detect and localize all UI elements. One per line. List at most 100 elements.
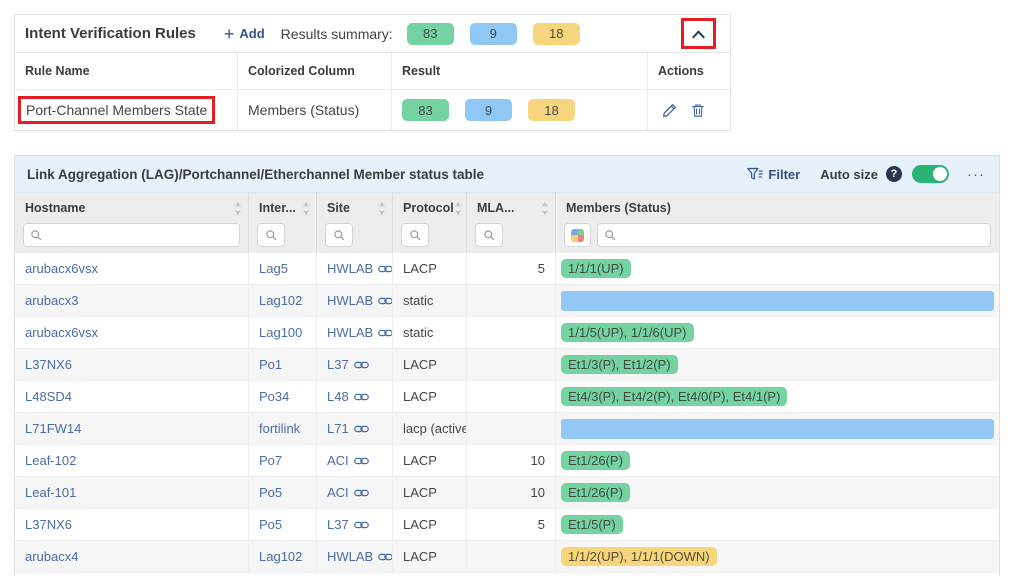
result-badge-blue[interactable]: 9	[465, 99, 512, 121]
table-row: arubacx4Lag102HWLABLACP1/1/2(UP), 1/1/1(…	[15, 541, 999, 573]
filter-button[interactable]: Filter	[747, 167, 800, 182]
site-link[interactable]: HWLAB	[327, 325, 393, 340]
mlag-cell	[467, 381, 556, 412]
site-cell: L37	[317, 349, 393, 380]
hostname-link[interactable]: arubacx6vsx	[25, 261, 98, 276]
autosize-toggle[interactable]	[912, 165, 949, 183]
table-row: L48SD4Po34L48LACPEt4/3(P), Et4/2(P), Et4…	[15, 381, 999, 413]
summary-badge-blue[interactable]: 9	[470, 23, 517, 45]
protocol-cell: static	[393, 285, 467, 316]
site-link[interactable]: HWLAB	[327, 293, 393, 308]
site-link[interactable]: HWLAB	[327, 261, 393, 276]
link-icon	[354, 456, 369, 466]
lag-table-head: Hostname Inter... Site Protocol MLA... M…	[15, 193, 999, 253]
protocol-cell: LACP	[393, 253, 467, 284]
interface-search-button[interactable]	[257, 223, 285, 247]
interface-link[interactable]: fortilink	[259, 421, 300, 436]
interface-cell: Po5	[249, 477, 317, 508]
link-icon	[354, 360, 369, 370]
hostname-cell: arubacx6vsx	[15, 317, 249, 348]
interface-link[interactable]: Lag5	[259, 261, 288, 276]
hostname-link[interactable]: arubacx4	[25, 549, 78, 564]
interface-link[interactable]: Po1	[259, 357, 282, 372]
result-badge-green[interactable]: 83	[402, 99, 449, 121]
interface-cell: Lag100	[249, 317, 317, 348]
interface-search-cell	[249, 221, 317, 253]
table-row: L37NX6Po5L37LACP5Et1/5(P)	[15, 509, 999, 541]
more-options-button[interactable]: ···	[967, 167, 985, 182]
actions-cell	[648, 90, 730, 130]
add-rule-button[interactable]: + Add	[224, 25, 265, 43]
link-icon	[354, 488, 369, 498]
table-row: L37NX6 Po1 L37 LACP Et1/3(P), Et1/2(P)	[15, 349, 999, 381]
members-badge: 1/1/1(UP)	[561, 259, 631, 278]
interface-link[interactable]: Po7	[259, 453, 282, 468]
interface-link[interactable]: Po34	[259, 389, 289, 404]
mlag-search-button[interactable]	[475, 223, 503, 247]
protocol-search-cell	[393, 221, 467, 253]
site-link[interactable]: ACI	[327, 453, 369, 468]
hostname-search-input[interactable]	[23, 223, 240, 247]
summary-badge-green[interactable]: 83	[407, 23, 454, 45]
hostname-link[interactable]: L48SD4	[25, 389, 72, 404]
colorize-button[interactable]	[564, 223, 591, 247]
members-cell	[556, 285, 999, 316]
hostname-link[interactable]: L37NX6	[25, 357, 72, 372]
result-cell: 83 9 18	[392, 90, 648, 130]
mlag-cell: 10	[467, 445, 556, 476]
members-cell: Et1/5(P)	[556, 509, 999, 540]
site-link[interactable]: HWLAB	[327, 549, 393, 564]
sort-icon[interactable]	[454, 202, 462, 215]
hostname-link[interactable]: L71FW14	[25, 421, 81, 436]
summary-badge-yellow[interactable]: 18	[533, 23, 580, 45]
hostname-link[interactable]: Leaf-102	[25, 453, 76, 468]
hostname-cell: arubacx4	[15, 541, 249, 572]
site-search-button[interactable]	[325, 223, 353, 247]
members-empty-bar	[561, 419, 994, 439]
rules-col-result: Result	[392, 53, 648, 90]
site-link[interactable]: ACI	[327, 485, 369, 500]
table-row: Leaf-102Po7ACILACP10Et1/26(P)	[15, 445, 999, 477]
protocol-cell: LACP	[393, 349, 467, 380]
collapse-button[interactable]	[691, 28, 706, 40]
members-search-input[interactable]	[597, 223, 991, 247]
hostname-cell: L37NX6	[15, 349, 249, 380]
col-header-members: Members (Status)	[556, 193, 999, 221]
interface-link[interactable]: Po5	[259, 517, 282, 532]
members-badge: Et1/3(P), Et1/2(P)	[561, 355, 678, 374]
edit-pencil-icon[interactable]	[662, 103, 677, 118]
hostname-link[interactable]: arubacx3	[25, 293, 78, 308]
interface-cell: Po7	[249, 445, 317, 476]
sort-icon[interactable]	[234, 202, 242, 215]
hostname-link[interactable]: Leaf-101	[25, 485, 76, 500]
lag-titlebar: Link Aggregation (LAG)/Portchannel/Ether…	[15, 156, 999, 193]
members-cell: 1/1/1(UP)	[556, 253, 999, 284]
interface-link[interactable]: Lag102	[259, 549, 302, 564]
interface-link[interactable]: Lag100	[259, 325, 302, 340]
interface-link[interactable]: Po5	[259, 485, 282, 500]
members-badge: Et1/26(P)	[561, 451, 630, 470]
colorized-column-cell: Members (Status)	[238, 90, 392, 130]
delete-trash-icon[interactable]	[691, 103, 705, 118]
members-badge: Et4/3(P), Et4/2(P), Et4/0(P), Et4/1(P)	[561, 387, 787, 406]
site-link[interactable]: L37	[327, 517, 369, 532]
sort-icon[interactable]	[302, 202, 310, 215]
annotation-box-collapse	[681, 18, 716, 49]
hostname-link[interactable]: L37NX6	[25, 517, 72, 532]
site-link[interactable]: L48	[327, 389, 369, 404]
hostname-search-cell	[15, 221, 249, 253]
link-icon	[378, 264, 393, 274]
help-icon[interactable]: ?	[886, 166, 902, 182]
members-search-cell	[556, 221, 999, 253]
sort-icon[interactable]	[378, 202, 386, 215]
hostname-cell: L48SD4	[15, 381, 249, 412]
protocol-search-button[interactable]	[401, 223, 429, 247]
result-badge-yellow[interactable]: 18	[528, 99, 575, 121]
interface-link[interactable]: Lag102	[259, 293, 302, 308]
site-link[interactable]: L37	[327, 357, 369, 372]
site-cell: L37	[317, 509, 393, 540]
sort-icon[interactable]	[541, 202, 549, 215]
table-row: arubacx3 Lag102 HWLABstatic	[15, 285, 999, 317]
site-link[interactable]: L71	[327, 421, 369, 436]
hostname-link[interactable]: arubacx6vsx	[25, 325, 98, 340]
